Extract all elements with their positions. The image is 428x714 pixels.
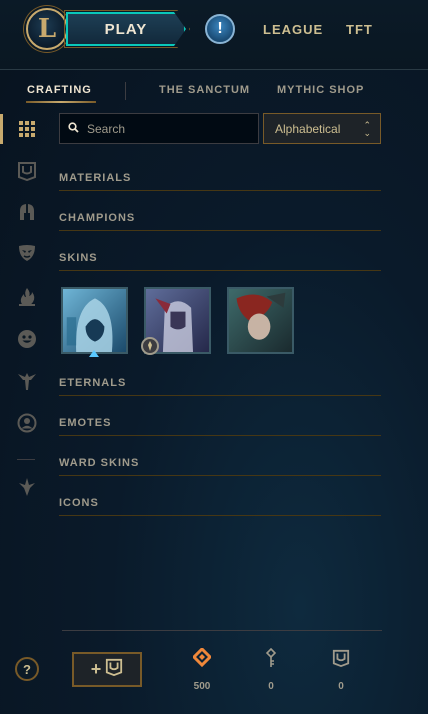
grid-icon[interactable] [14,116,40,142]
sort-selected-label: Alphabetical [275,121,341,136]
key-fragment-icon [264,647,278,672]
orange-essence-count: 500 [193,681,211,692]
profile-icon[interactable] [14,410,40,436]
skin-tile-red-hair[interactable] [227,287,294,354]
section-eternals[interactable]: ETERNALS [59,376,381,396]
add-chest-button[interactable]: + [72,652,142,687]
helmet-icon[interactable] [14,199,40,225]
section-icons[interactable]: ICONS [59,496,381,516]
active-tab-underline [26,101,96,103]
sidebar-divider [17,459,35,460]
subnav-divider [125,82,126,100]
chest-icon[interactable] [14,158,40,184]
top-bar: L PLAY ! LEAGUE TFT [0,0,428,70]
logo-letter: L [37,14,57,44]
chest-icon [332,649,350,672]
league-logo[interactable]: L [26,8,68,50]
play-button[interactable]: PLAY [66,12,186,46]
section-champions[interactable]: CHAMPIONS [59,211,381,231]
currency-orange-essence: 500 [182,646,222,692]
section-emotes[interactable]: EMOTES [59,416,381,436]
tab-the-sanctum[interactable]: THE SANCTUM [159,84,250,96]
add-plus-label: + [90,659,102,679]
nav-link-tft[interactable]: TFT [346,22,373,37]
search-input[interactable] [87,121,247,136]
footer-divider [62,630,382,631]
tab-crafting[interactable]: CRAFTING [27,84,92,96]
currency-key-fragments: 0 [251,647,291,692]
skin-tile-hooded[interactable] [61,287,128,354]
sidebar-active-indicator [0,114,3,144]
emote-face-icon[interactable] [14,326,40,352]
section-skins[interactable]: SKINS [59,251,381,271]
search-field[interactable] [59,113,259,144]
search-icon [68,120,79,138]
legacy-badge-icon [141,337,159,355]
sort-dropdown[interactable]: Alphabetical ⌃ ⌄ [263,113,381,144]
key-fragment-count: 0 [268,681,274,692]
chest-icon [105,658,123,681]
flame-icon[interactable] [14,284,40,310]
tab-mythic-shop[interactable]: MYTHIC SHOP [277,84,364,96]
help-button[interactable]: ? [15,657,39,681]
section-ward-skins[interactable]: WARD SKINS [59,456,381,476]
currency-chests: 0 [321,648,361,692]
chest-count: 0 [338,681,344,692]
mask-icon[interactable] [14,240,40,266]
orange-essence-icon [191,646,213,672]
sort-chevron-icon: ⌃ ⌄ [363,120,371,138]
exclamation-icon[interactable]: ! [205,14,235,44]
ward-icon[interactable] [14,368,40,394]
rune-icon[interactable] [14,474,40,500]
section-materials[interactable]: MATERIALS [59,171,381,191]
nav-link-league[interactable]: LEAGUE [263,22,323,37]
rarity-triangle-icon [89,350,99,357]
